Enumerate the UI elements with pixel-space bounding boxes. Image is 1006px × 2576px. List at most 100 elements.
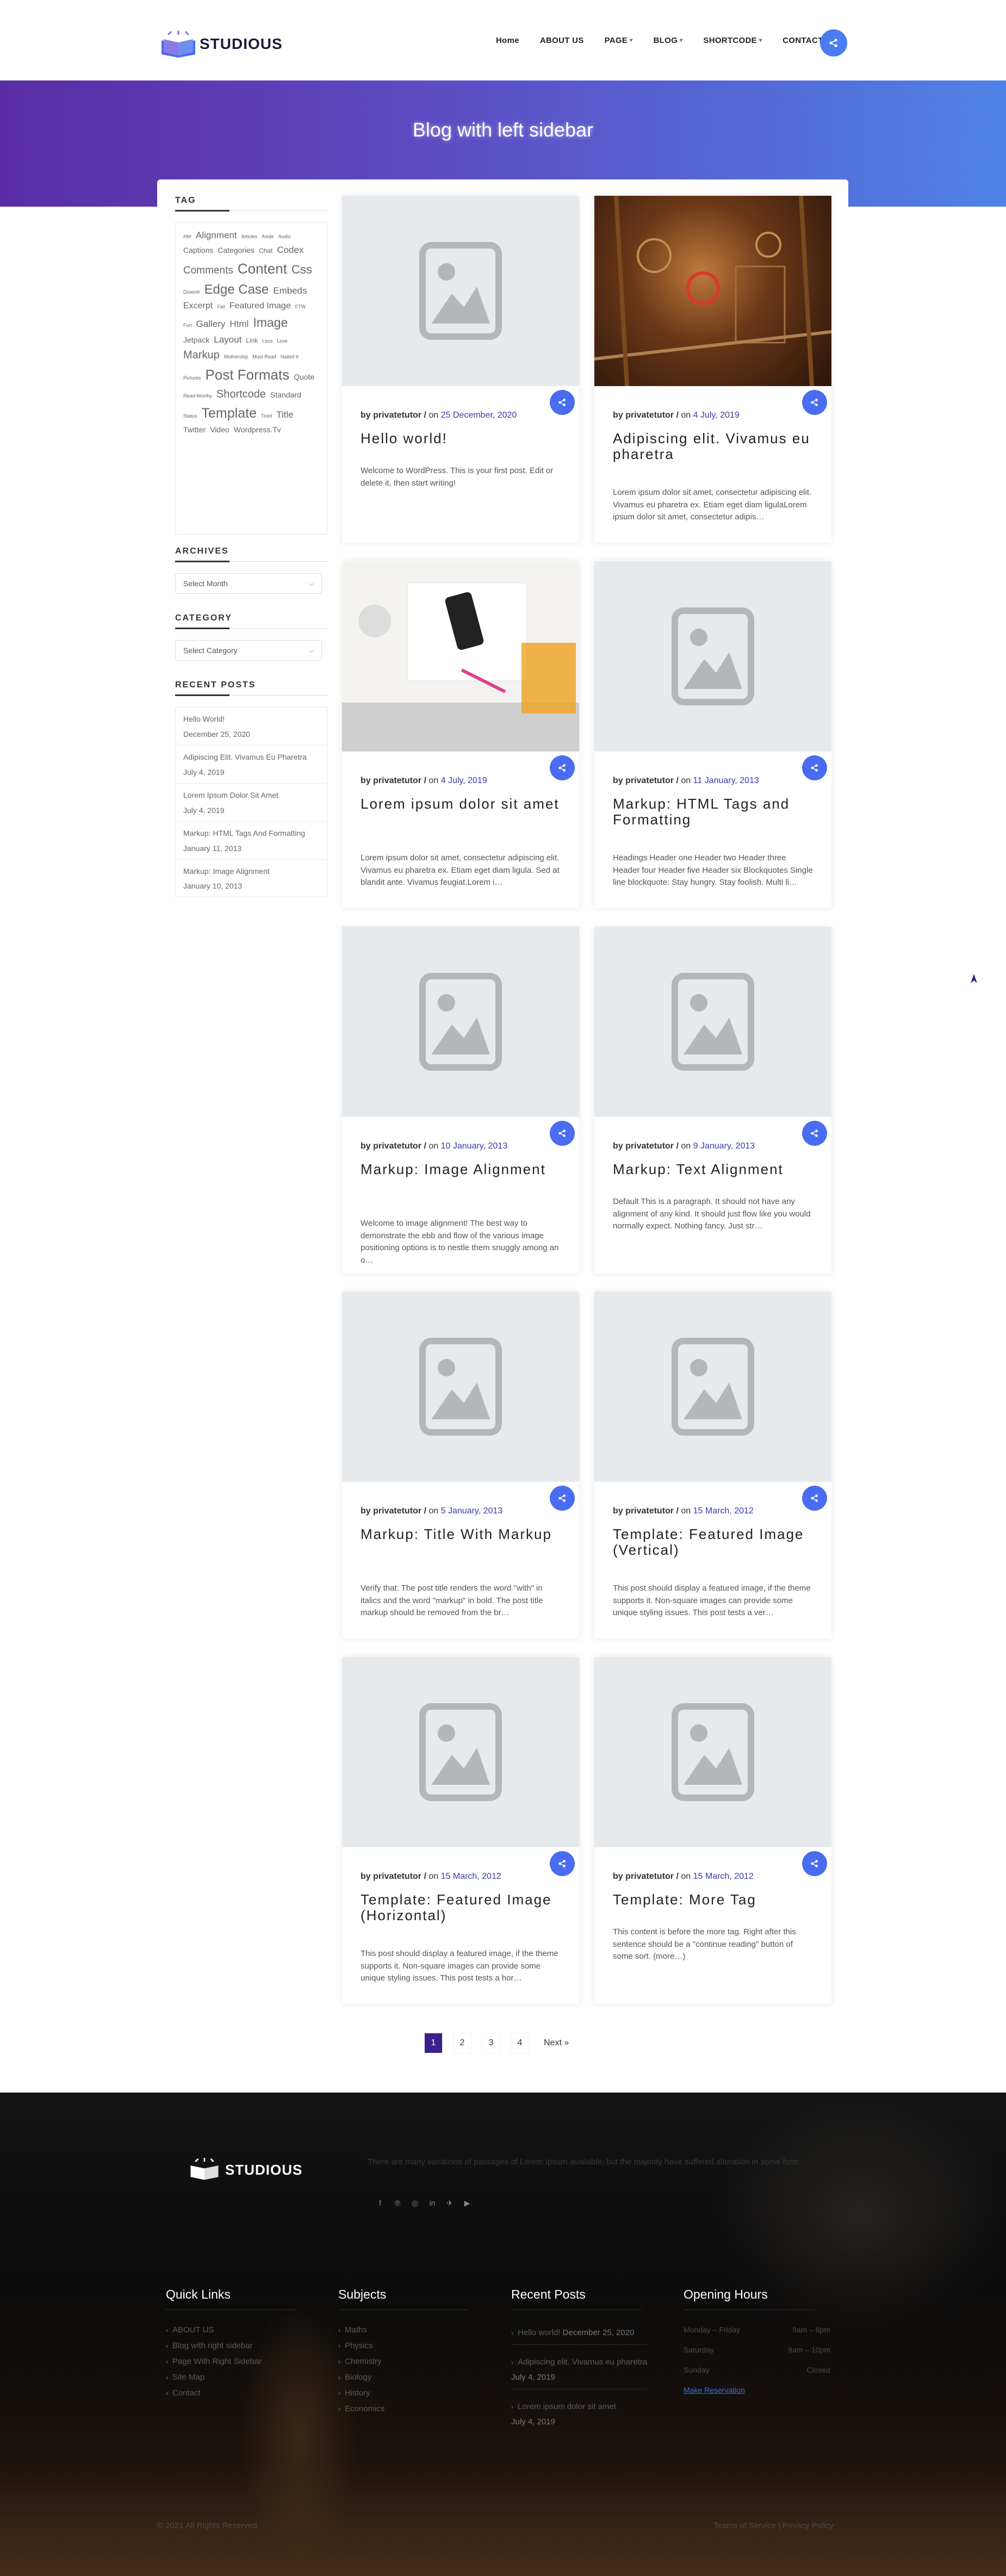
- recent-post-title[interactable]: Hello World!: [183, 714, 319, 724]
- post-featured-image[interactable]: [594, 1292, 831, 1482]
- tag-link[interactable]: Css: [291, 260, 312, 279]
- tag-link[interactable]: Fail: [217, 303, 225, 311]
- terms-link[interactable]: Teams of Service: [713, 2521, 776, 2530]
- post-card[interactable]: by privatetutor / on 11 January, 2013 Mar…: [594, 561, 831, 908]
- tag-link[interactable]: FTW: [295, 303, 306, 311]
- footer-link[interactable]: › Site Map: [166, 2373, 296, 2382]
- post-author[interactable]: privatetutor: [625, 1872, 674, 1881]
- page-link-4[interactable]: 4: [511, 2033, 529, 2053]
- tag-link[interactable]: Quote: [294, 371, 314, 383]
- tag-link[interactable]: Content: [238, 258, 287, 280]
- category-select[interactable]: Select Category ⌵: [175, 640, 322, 661]
- post-card[interactable]: by privatetutor / on 15 March, 2012 Templ…: [594, 1292, 831, 1638]
- post-date[interactable]: 4 July, 2019: [441, 776, 487, 785]
- tag-link[interactable]: Excerpt: [183, 300, 213, 313]
- post-date[interactable]: 10 January, 2013: [441, 1141, 507, 1151]
- tag-link[interactable]: Title: [276, 408, 294, 422]
- post-card[interactable]: by privatetutor / on 4 July, 2019 Lorem i…: [342, 561, 579, 908]
- nav-contact[interactable]: CONTACT: [783, 36, 823, 45]
- footer-link[interactable]: › History: [338, 2388, 469, 2398]
- post-title[interactable]: Markup: Image Alignment: [361, 1162, 562, 1177]
- archives-select[interactable]: Select Month ⌵: [175, 573, 322, 594]
- post-featured-image[interactable]: [594, 927, 831, 1117]
- tag-link[interactable]: Must Read: [252, 353, 276, 361]
- page-link-2[interactable]: 2: [453, 2033, 471, 2053]
- post-author[interactable]: privatetutor: [373, 1141, 421, 1151]
- post-share-button[interactable]: [550, 390, 575, 415]
- page-link-1[interactable]: 1: [424, 2033, 443, 2053]
- post-featured-image[interactable]: [594, 561, 831, 752]
- instagram-icon[interactable]: ◎: [410, 2198, 420, 2208]
- post-author[interactable]: privatetutor: [373, 1506, 421, 1516]
- post-featured-image[interactable]: [342, 1292, 579, 1482]
- post-title[interactable]: Adipiscing elit. Vivamus eu pharetra: [613, 431, 814, 462]
- post-date[interactable]: 5 January, 2013: [441, 1506, 503, 1516]
- post-date[interactable]: 15 March, 2012: [441, 1872, 501, 1881]
- post-title[interactable]: Markup: Text Alignment: [613, 1162, 814, 1177]
- footer-logo[interactable]: STUDIOUS: [188, 2158, 302, 2182]
- tag-link[interactable]: Standard: [270, 389, 301, 401]
- tag-link[interactable]: Embeds: [273, 284, 307, 298]
- recent-post-item[interactable]: Adipiscing Elit. Vivamus Eu Pharetra July…: [176, 746, 327, 784]
- tag-link[interactable]: Alignment: [196, 228, 237, 243]
- post-title[interactable]: Template: Featured Image (Horizontal): [361, 1892, 562, 1923]
- tag-link[interactable]: Categories: [218, 245, 254, 257]
- youtube-icon[interactable]: ▶: [462, 2198, 472, 2208]
- post-title[interactable]: Markup: Title With Markup: [361, 1526, 562, 1542]
- post-title[interactable]: Markup: HTML Tags and Formatting: [613, 796, 814, 827]
- footer-recent-post[interactable]: › Adipiscing elit. Vivamus eu pharetra Jul…: [511, 2355, 648, 2389]
- tag-link[interactable]: Read-Worthy: [183, 393, 212, 400]
- tag-link[interactable]: Shortcode: [216, 386, 266, 403]
- tag-link[interactable]: Wordpress.Tv: [234, 424, 281, 436]
- post-title[interactable]: Hello world!: [361, 431, 562, 446]
- tag-link[interactable]: Edge Case: [204, 280, 269, 300]
- tag-link[interactable]: Image: [253, 313, 288, 333]
- tag-link[interactable]: Pictures: [183, 375, 201, 382]
- post-author[interactable]: privatetutor: [625, 1506, 674, 1516]
- tag-link[interactable]: Tired: [261, 413, 272, 420]
- scroll-to-top-icon[interactable]: [970, 973, 978, 984]
- tag-link[interactable]: Twitter: [183, 424, 206, 436]
- footer-link[interactable]: › Contact: [166, 2388, 296, 2398]
- post-featured-image[interactable]: [342, 927, 579, 1117]
- post-card[interactable]: by privatetutor / on 15 March, 2012 Templ…: [594, 1657, 831, 2004]
- post-date[interactable]: 9 January, 2013: [693, 1141, 755, 1151]
- tag-link[interactable]: Comments: [183, 263, 233, 278]
- recent-post-item[interactable]: Hello World! December 25, 2020: [176, 707, 327, 746]
- footer-link[interactable]: › Page With Right Sidebar: [166, 2357, 296, 2366]
- tag-link[interactable]: Audio: [278, 233, 291, 241]
- post-author[interactable]: privatetutor: [625, 1141, 674, 1151]
- post-date[interactable]: 15 March, 2012: [693, 1506, 754, 1516]
- recent-post-item[interactable]: Markup: HTML Tags And Formatting January …: [176, 822, 327, 860]
- make-reservation-link[interactable]: Make Reservation: [684, 2386, 830, 2394]
- post-card[interactable]: by privatetutor / on 15 March, 2012 Templ…: [342, 1657, 579, 2004]
- page-link-3[interactable]: 3: [482, 2033, 500, 2053]
- recent-post-title[interactable]: Markup: Image Alignment: [183, 866, 319, 877]
- tag-link[interactable]: Layout: [214, 333, 241, 347]
- post-card[interactable]: by privatetutor / on 5 January, 2013 Mark…: [342, 1292, 579, 1638]
- footer-recent-post[interactable]: › Hello world! December 25, 2020: [511, 2325, 648, 2345]
- footer-link[interactable]: › Physics: [338, 2341, 469, 2350]
- tag-link[interactable]: Jetpack: [183, 334, 209, 346]
- tag-link[interactable]: Link: [246, 336, 258, 346]
- privacy-link[interactable]: Privacy Policy: [783, 2521, 833, 2530]
- post-author[interactable]: privatetutor: [373, 1872, 421, 1881]
- recent-post-title[interactable]: Lorem Ipsum Dolor Sit Amet: [183, 790, 319, 800]
- post-share-button[interactable]: [802, 1486, 827, 1511]
- post-share-button[interactable]: [550, 1486, 575, 1511]
- tag-link[interactable]: Status: [183, 413, 197, 420]
- facebook-icon[interactable]: f: [375, 2198, 385, 2208]
- tag-link[interactable]: Chat: [259, 246, 272, 256]
- post-card[interactable]: by privatetutor / on 10 January, 2013 Mar…: [342, 927, 579, 1274]
- post-card[interactable]: by privatetutor / on 4 July, 2019 Adipisc…: [594, 196, 831, 543]
- footer-link[interactable]: › Maths: [338, 2325, 469, 2335]
- post-title[interactable]: Template: Featured Image (Vertical): [613, 1526, 814, 1557]
- post-featured-image[interactable]: [594, 196, 831, 386]
- tag-link[interactable]: #8#: [183, 233, 191, 241]
- twitter-icon[interactable]: ✈: [445, 2198, 455, 2208]
- post-share-button[interactable]: [550, 755, 575, 780]
- post-date[interactable]: 11 January, 2013: [693, 776, 759, 785]
- nav-about[interactable]: ABOUT US: [540, 36, 584, 45]
- post-author[interactable]: privatetutor: [625, 411, 674, 420]
- tag-link[interactable]: Aside: [262, 233, 274, 241]
